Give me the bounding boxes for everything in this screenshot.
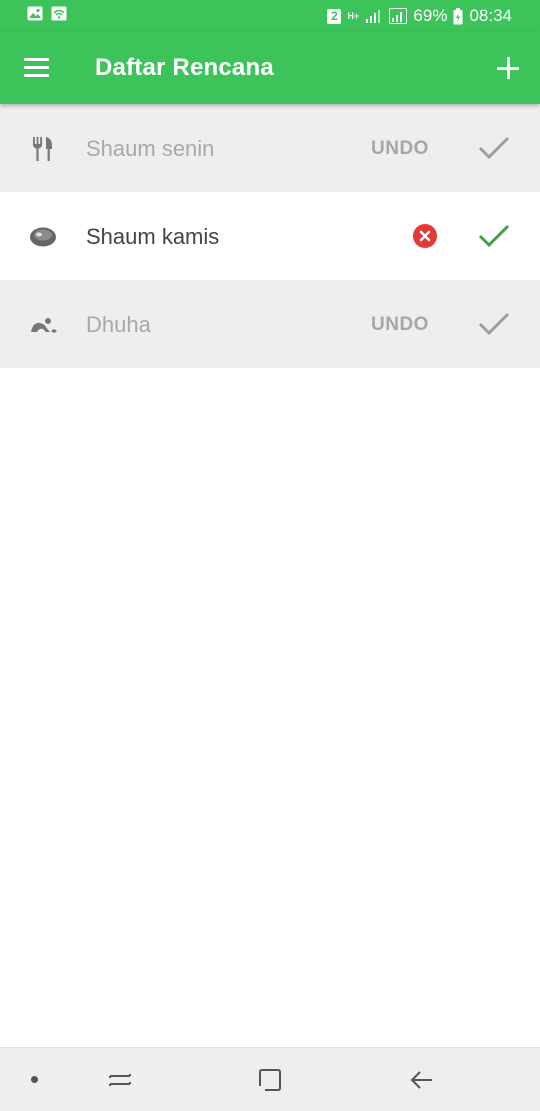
prayer-icon [31, 318, 57, 333]
gallery-notification-icon [27, 6, 43, 21]
sim-badge: 2 [327, 8, 342, 24]
check-icon[interactable] [477, 222, 511, 250]
undo-button[interactable]: UNDO [371, 314, 429, 336]
wifi-notification-icon [51, 6, 67, 21]
plan-label: Shaum senin [86, 136, 215, 161]
undo-button[interactable]: UNDO [371, 138, 429, 160]
check-icon[interactable] [477, 134, 511, 162]
network-type: H+ [347, 11, 360, 21]
add-plan-button[interactable] [497, 57, 519, 79]
plan-label: Dhuha [86, 312, 151, 337]
home-icon[interactable] [256, 1066, 284, 1094]
nav-dot-icon[interactable] [31, 1076, 38, 1083]
battery-percent: 69% [413, 6, 448, 25]
fork-knife-icon [33, 137, 52, 161]
meat-icon [30, 227, 56, 247]
list-item[interactable]: Shaum senin UNDO [0, 104, 540, 192]
battery-icon [453, 7, 463, 24]
clock: 08:34 [469, 6, 512, 25]
menu-icon[interactable] [24, 58, 50, 80]
signal-1-icon [366, 10, 381, 23]
plan-list: Shaum senin UNDO Shaum kamis Dhuha UNDO [0, 104, 540, 368]
app-toolbar: Daftar Rencana [0, 32, 540, 104]
status-bar: 2 H+ 69% 08:34 [0, 0, 540, 32]
list-item[interactable]: Dhuha UNDO [0, 280, 540, 368]
signal-2-icon [389, 8, 408, 24]
check-icon[interactable] [477, 310, 511, 338]
plan-label: Shaum kamis [86, 224, 220, 249]
system-nav-bar [0, 1047, 540, 1111]
page-title: Daftar Rencana [95, 54, 274, 81]
delete-icon[interactable] [413, 224, 437, 248]
back-icon[interactable] [408, 1066, 436, 1094]
recents-icon[interactable] [106, 1066, 134, 1094]
list-item[interactable]: Shaum kamis [0, 192, 540, 280]
